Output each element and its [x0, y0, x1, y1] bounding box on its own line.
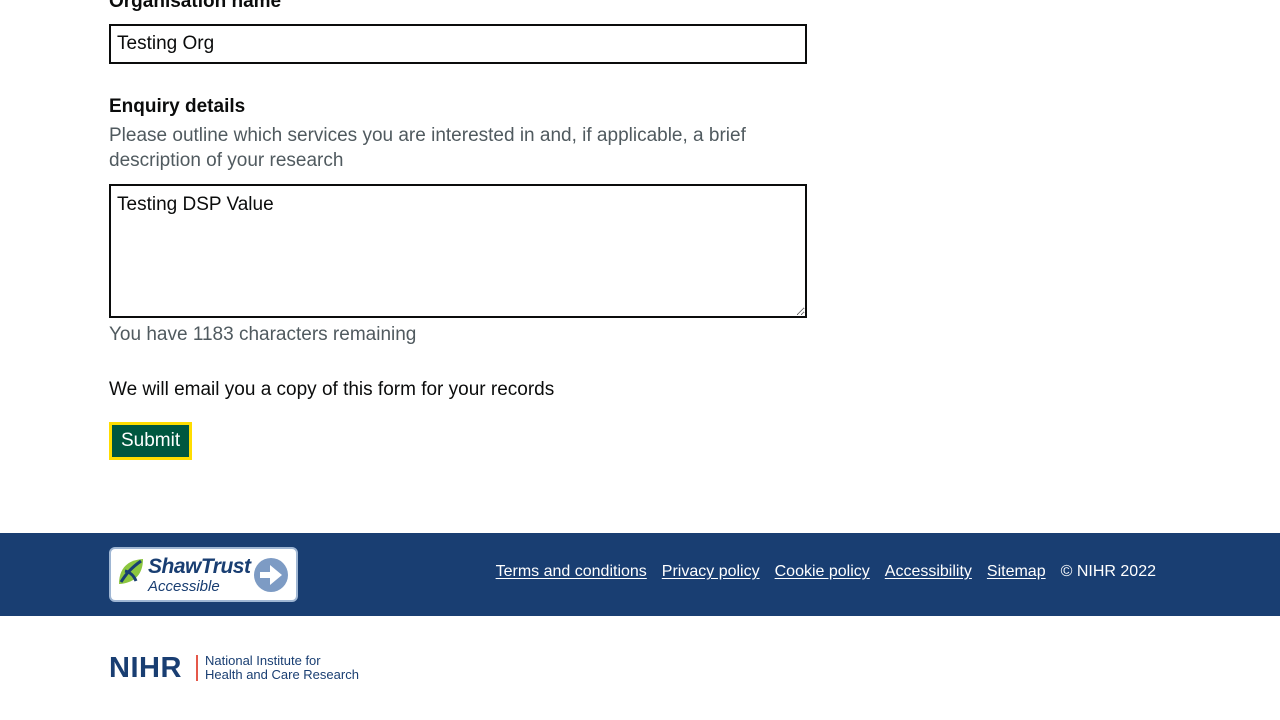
enquiry-details-label: Enquiry details [109, 96, 246, 117]
enquiry-details-hint: Please outline which services you are in… [109, 125, 746, 171]
shaw-trust-title: ShawTrust [148, 555, 251, 578]
shaw-trust-accessible-badge[interactable]: ShawTrust Accessible [109, 547, 298, 602]
organisation-name-label: Organisation name [109, 0, 282, 12]
character-count-message: You have 1183 characters remaining [109, 324, 417, 345]
nihr-name-line1: National Institute for [205, 653, 321, 668]
submit-button[interactable]: Submit [109, 422, 193, 460]
footer-link-sitemap[interactable]: Sitemap [987, 561, 1046, 583]
footer-link-privacy[interactable]: Privacy policy [662, 561, 760, 583]
copyright-text: © NIHR 2022 [1060, 563, 1156, 580]
shaw-trust-leaf-icon [119, 559, 143, 584]
organisation-name-input[interactable] [109, 24, 807, 64]
arrow-right-circle-icon [254, 558, 288, 592]
footer-links: Terms and conditions Privacy policy Cook… [496, 561, 1156, 583]
shaw-trust-subtitle: Accessible [148, 578, 220, 595]
nihr-logo[interactable]: NIHR National Institute for Health and C… [109, 653, 369, 683]
footer-link-terms[interactable]: Terms and conditions [496, 561, 647, 583]
nihr-name-line2: Health and Care Research [205, 667, 359, 682]
footer-link-accessibility[interactable]: Accessibility [885, 561, 972, 583]
email-copy-note: We will email you a copy of this form fo… [109, 379, 555, 400]
footer-link-cookie[interactable]: Cookie policy [775, 561, 870, 583]
enquiry-details-textarea[interactable]: Testing DSP Value [109, 184, 807, 318]
nihr-logo-divider [196, 655, 198, 681]
site-footer: ShawTrust Accessible Terms and condition… [0, 533, 1280, 616]
nihr-acronym: NIHR [109, 652, 182, 684]
